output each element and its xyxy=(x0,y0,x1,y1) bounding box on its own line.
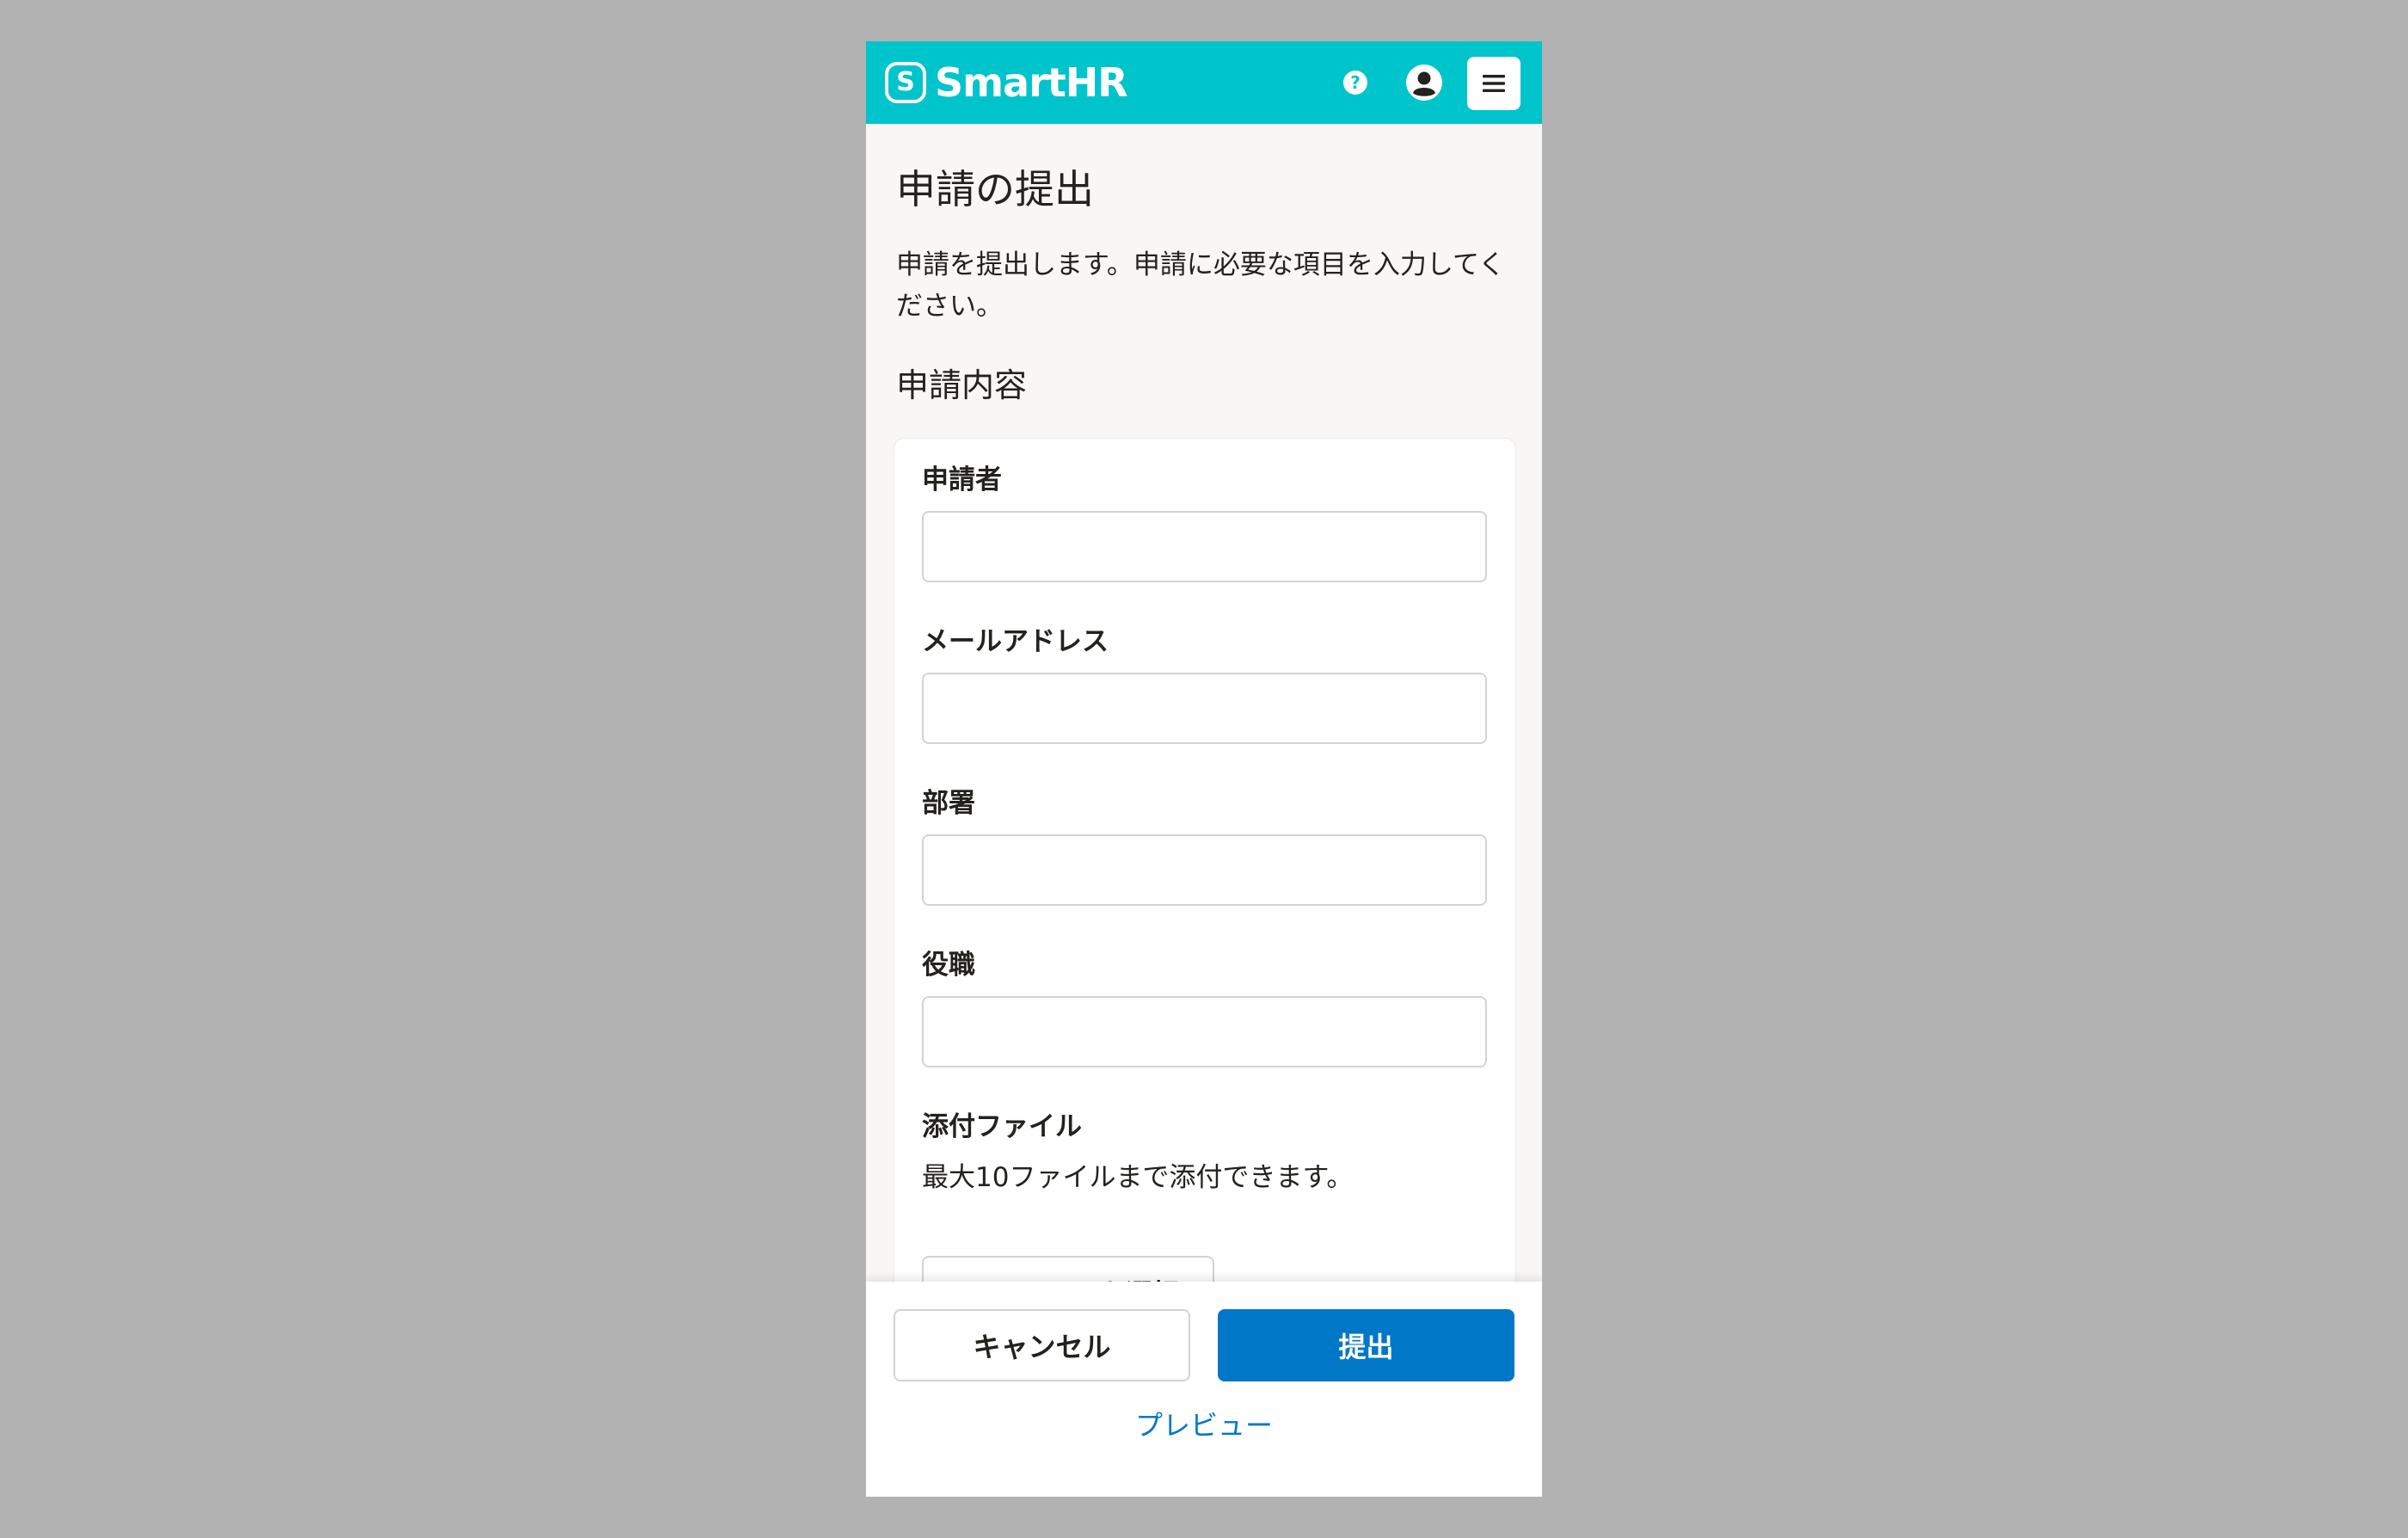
logo-text: SmartHR xyxy=(935,59,1128,106)
email-input[interactable] xyxy=(922,673,1487,744)
hamburger-menu-button[interactable] xyxy=(1467,57,1520,110)
department-input[interactable] xyxy=(922,834,1487,906)
cancel-button[interactable]: キャンセル xyxy=(894,1309,1190,1381)
submit-button[interactable]: 提出 xyxy=(1218,1309,1514,1381)
attachment-label: 添付ファイル xyxy=(922,1111,1082,1142)
page-description: 申請を提出します。申請に必要な項目を入力してください。 xyxy=(896,249,1506,322)
user-circle-icon[interactable] xyxy=(1405,64,1443,102)
email-label: メールアドレス xyxy=(922,626,1109,657)
mobile-viewport: S SmartHR ? 申請の提出 申請を提出します。申請に必要な項目を入力して… xyxy=(866,41,1542,1497)
applicant-label: 申請者 xyxy=(922,464,1002,495)
department-label: 部署 xyxy=(922,788,975,819)
preview-link[interactable]: プレビュー xyxy=(866,1409,1542,1442)
position-input[interactable] xyxy=(922,996,1487,1067)
attachment-helper-text: 最大10ファイルまで添付できます。 xyxy=(922,1162,1354,1193)
position-label: 役職 xyxy=(922,950,975,981)
logo-mark-icon: S xyxy=(885,62,926,103)
smarthr-logo[interactable]: S SmartHR xyxy=(885,58,1128,107)
app-header: S SmartHR ? xyxy=(866,41,1542,124)
form-card: 申請者 メールアドレス 部署 役職 添付ファイル 最大10ファイルまで添付できま… xyxy=(894,439,1515,1385)
page-title: 申請の提出 xyxy=(896,166,1094,212)
action-footer: キャンセル 提出 プレビュー xyxy=(866,1282,1542,1497)
section-title: 申請内容 xyxy=(896,366,1028,404)
question-circle-icon[interactable]: ? xyxy=(1343,71,1367,95)
applicant-input[interactable] xyxy=(922,511,1487,582)
hamburger-menu-icon xyxy=(1483,75,1505,92)
